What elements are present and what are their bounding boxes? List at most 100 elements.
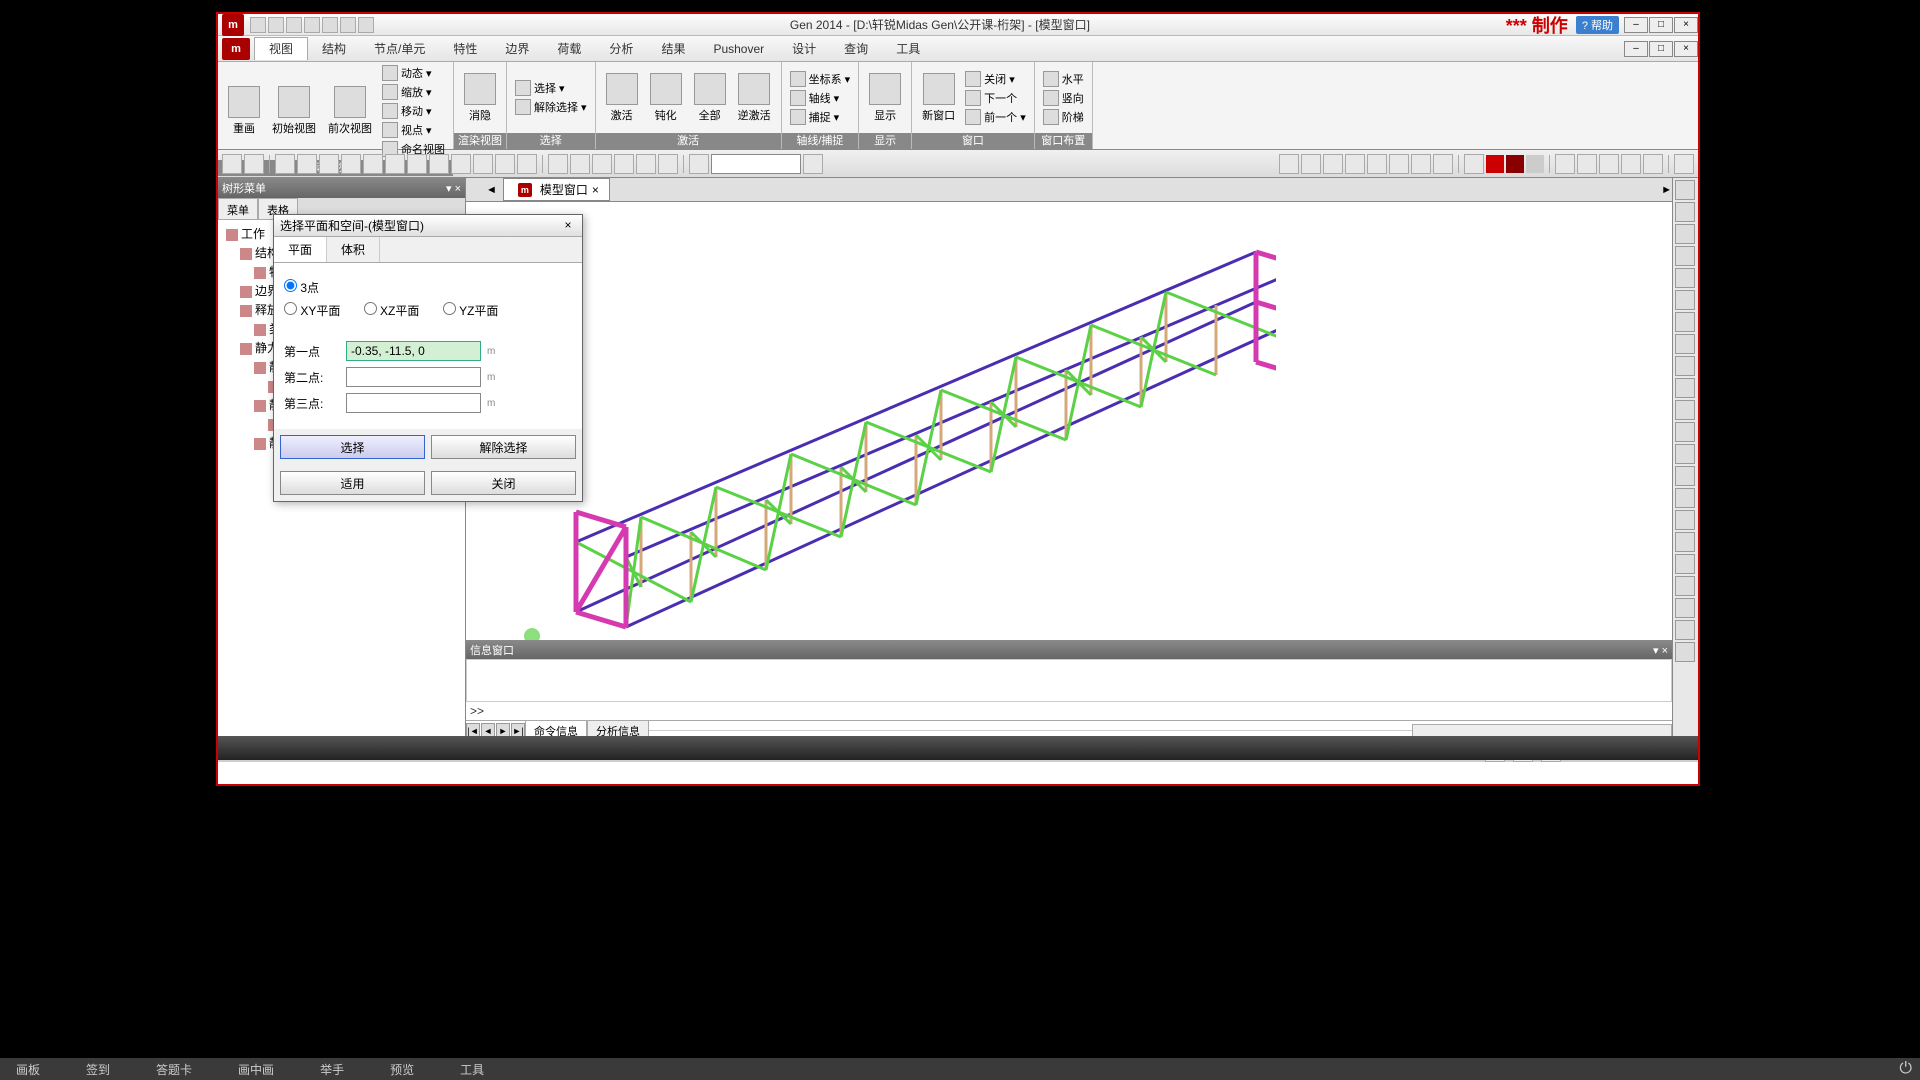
menu-设计[interactable]: 设计 bbox=[778, 38, 830, 60]
radio-yz[interactable]: YZ平面 bbox=[443, 304, 499, 318]
bb-signin[interactable]: 签到 bbox=[78, 1059, 118, 1080]
tab-nav-left-icon[interactable]: ◄ bbox=[486, 184, 497, 196]
ribbon-显示[interactable]: 显示 bbox=[865, 71, 905, 125]
tab-close-icon[interactable]: × bbox=[592, 183, 599, 197]
display-tool-icon[interactable] bbox=[1621, 154, 1641, 174]
display-tool-icon[interactable] bbox=[1577, 154, 1597, 174]
dialog-close-icon[interactable]: × bbox=[560, 218, 576, 234]
ribbon-新窗口[interactable]: 新窗口 bbox=[918, 71, 959, 125]
qat-print-icon[interactable] bbox=[340, 17, 356, 33]
color-darkred-icon[interactable] bbox=[1506, 155, 1524, 173]
ribbon-轴线 ▾[interactable]: 轴线 ▾ bbox=[788, 89, 853, 107]
view-tool-icon[interactable] bbox=[1675, 290, 1695, 310]
view-tool-icon[interactable] bbox=[1433, 154, 1453, 174]
minimize-icon[interactable]: – bbox=[1624, 17, 1648, 33]
model-viewport[interactable] bbox=[466, 202, 1672, 640]
view-tool-icon[interactable] bbox=[1675, 598, 1695, 618]
bb-tools[interactable]: 工具 bbox=[452, 1059, 492, 1080]
tool-icon[interactable] bbox=[570, 154, 590, 174]
input-p2[interactable] bbox=[346, 367, 481, 387]
view-tool-icon[interactable] bbox=[1675, 554, 1695, 574]
ribbon-消隐[interactable]: 消隐 bbox=[460, 71, 500, 125]
tool-icon[interactable] bbox=[592, 154, 612, 174]
radio-xz[interactable]: XZ平面 bbox=[364, 304, 420, 318]
ribbon-全部[interactable]: 全部 bbox=[690, 71, 730, 125]
quick-access-toolbar[interactable] bbox=[250, 17, 374, 33]
tool-icon[interactable] bbox=[385, 154, 405, 174]
tool-icon[interactable] bbox=[495, 154, 515, 174]
tool-icon[interactable] bbox=[636, 154, 656, 174]
menu-Pushover[interactable]: Pushover bbox=[699, 38, 778, 60]
view-tool-icon[interactable] bbox=[1323, 154, 1343, 174]
ribbon-逆激活[interactable]: 逆激活 bbox=[734, 71, 775, 125]
bb-hand[interactable]: 举手 bbox=[312, 1059, 352, 1080]
ribbon-阶梯[interactable]: 阶梯 bbox=[1041, 108, 1086, 126]
filter-icon[interactable] bbox=[803, 154, 823, 174]
qat-open-icon[interactable] bbox=[268, 17, 284, 33]
color-grey-icon[interactable] bbox=[1526, 155, 1544, 173]
display-tool-icon[interactable] bbox=[1555, 154, 1575, 174]
pointer-icon[interactable] bbox=[689, 154, 709, 174]
view-tool-icon[interactable] bbox=[1675, 268, 1695, 288]
view-tool-icon[interactable] bbox=[1675, 642, 1695, 662]
doc-close-icon[interactable]: × bbox=[1674, 41, 1698, 57]
tool-icon[interactable] bbox=[297, 154, 317, 174]
view-tool-icon[interactable] bbox=[1675, 202, 1695, 222]
unselect-button[interactable]: 解除选择 bbox=[431, 435, 576, 459]
menu-分析[interactable]: 分析 bbox=[595, 38, 647, 60]
info-close-icon[interactable]: × bbox=[1662, 645, 1668, 657]
dialog-title-bar[interactable]: 选择平面和空间-(模型窗口) × bbox=[274, 215, 582, 237]
apply-button[interactable]: 适用 bbox=[280, 471, 425, 495]
qat-preview-icon[interactable] bbox=[358, 17, 374, 33]
view-tool-icon[interactable] bbox=[1675, 620, 1695, 640]
bb-pip[interactable]: 画中画 bbox=[230, 1059, 282, 1080]
tool-icon[interactable] bbox=[363, 154, 383, 174]
close-button[interactable]: 关闭 bbox=[431, 471, 576, 495]
tool-icon[interactable] bbox=[407, 154, 427, 174]
tool-icon[interactable] bbox=[517, 154, 537, 174]
app-menu-icon[interactable]: m bbox=[222, 38, 250, 60]
tab-menu[interactable]: 菜单 bbox=[218, 198, 258, 220]
ribbon-解除选择 ▾[interactable]: 解除选择 ▾ bbox=[513, 98, 589, 116]
bb-answer[interactable]: 答题卡 bbox=[148, 1059, 200, 1080]
ribbon-初始视图[interactable]: 初始视图 bbox=[268, 84, 320, 138]
view-tool-icon[interactable] bbox=[1411, 154, 1431, 174]
view-tool-icon[interactable] bbox=[1675, 334, 1695, 354]
qat-save-icon[interactable] bbox=[286, 17, 302, 33]
undo-icon[interactable] bbox=[222, 154, 242, 174]
view-tool-icon[interactable] bbox=[1675, 466, 1695, 486]
view-tool-icon[interactable] bbox=[1675, 532, 1695, 552]
input-p1[interactable] bbox=[346, 341, 481, 361]
menu-查询[interactable]: 查询 bbox=[830, 38, 882, 60]
view-tool-icon[interactable] bbox=[1675, 356, 1695, 376]
tab-plane[interactable]: 平面 bbox=[274, 237, 327, 262]
menu-结果[interactable]: 结果 bbox=[647, 38, 699, 60]
view-tool-icon[interactable] bbox=[1279, 154, 1299, 174]
view-tool-icon[interactable] bbox=[1675, 246, 1695, 266]
maximize-icon[interactable]: □ bbox=[1649, 17, 1673, 33]
radio-xy[interactable]: XY平面 bbox=[284, 304, 340, 318]
ribbon-选择 ▾[interactable]: 选择 ▾ bbox=[513, 79, 589, 97]
view-tool-icon[interactable] bbox=[1675, 576, 1695, 596]
tool-icon[interactable] bbox=[429, 154, 449, 174]
bb-board[interactable]: 画板 bbox=[8, 1059, 48, 1080]
select-button[interactable]: 选择 bbox=[280, 435, 425, 459]
panel-close-icon[interactable]: × bbox=[455, 183, 461, 195]
ribbon-捕捉 ▾[interactable]: 捕捉 ▾ bbox=[788, 108, 853, 126]
menu-结构[interactable]: 结构 bbox=[308, 38, 360, 60]
view-tool-icon[interactable] bbox=[1675, 378, 1695, 398]
tool-icon[interactable] bbox=[614, 154, 634, 174]
redo-icon[interactable] bbox=[244, 154, 264, 174]
ribbon-移动 ▾[interactable]: 移动 ▾ bbox=[380, 102, 447, 120]
doc-restore-icon[interactable]: □ bbox=[1649, 41, 1673, 57]
display-tool-icon[interactable] bbox=[1643, 154, 1663, 174]
power-icon[interactable]: ⏻ bbox=[1899, 1060, 1912, 1078]
tool-icon[interactable] bbox=[319, 154, 339, 174]
ribbon-前次视图[interactable]: 前次视图 bbox=[324, 84, 376, 138]
lock-icon[interactable] bbox=[1674, 154, 1694, 174]
input-p3[interactable] bbox=[346, 393, 481, 413]
radio-3point[interactable]: 3点 bbox=[284, 281, 319, 295]
tool-icon[interactable] bbox=[275, 154, 295, 174]
help-button[interactable]: ? 帮助 bbox=[1576, 16, 1619, 34]
selection-combo[interactable] bbox=[711, 154, 801, 174]
